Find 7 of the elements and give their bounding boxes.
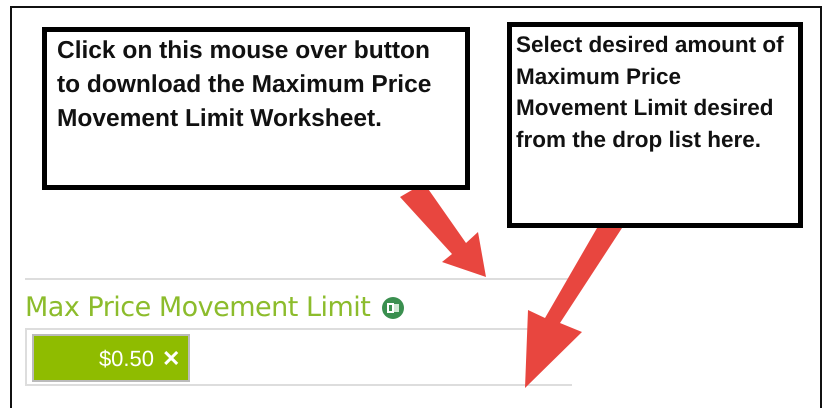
callout-text: Select desired amount of Maximum Price Movement Limit desired from the drop list here. (507, 22, 803, 228)
remove-button[interactable]: ✕ (162, 342, 180, 375)
spreadsheet-icon[interactable] (382, 297, 404, 320)
section-title: Max Price Movement Limit (25, 292, 370, 324)
callout-text: Click on this mouse over button to download the Maximum Price Movement Limit Worksheet. (42, 27, 470, 190)
select-field[interactable]: $0.50 ✕ (25, 328, 572, 386)
tag-label: $0.50 (98, 344, 154, 373)
